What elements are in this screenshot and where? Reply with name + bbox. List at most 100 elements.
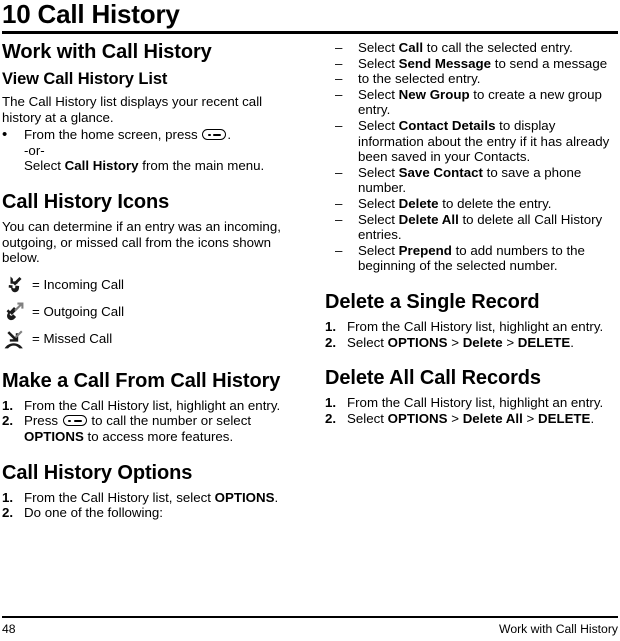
step-bold-options: OPTIONS — [214, 489, 275, 505]
paragraph-view-list-intro: The Call History list displays your rece… — [2, 94, 263, 125]
outgoing-call-icon — [6, 302, 24, 321]
step-bold-delete-confirm: DELETE — [537, 410, 591, 426]
step-text: From the Call History list, highlight an… — [347, 318, 604, 334]
step-text-pre: Press — [24, 413, 58, 429]
step-number: 2. — [2, 413, 14, 429]
option-text-pre: Select — [358, 40, 395, 55]
send-key-icon — [202, 129, 227, 141]
step-number: 1. — [2, 397, 14, 413]
option-bold: Contact Details — [398, 117, 496, 133]
option-text-post: to create a new group entry. — [358, 86, 602, 118]
incoming-call-icon — [8, 276, 22, 293]
option-bold: New Group — [398, 86, 470, 102]
step-bold-options: OPTIONS — [24, 428, 84, 444]
list-item: 2. Press to call the number or select OP… — [2, 413, 295, 444]
call-history-options-steps: 1. From the Call History list, select OP… — [2, 490, 295, 521]
step-bold-options: OPTIONS — [387, 334, 448, 350]
list-item: – Select Contact Details to display info… — [325, 118, 618, 165]
section-heading-delete-a-single-record: Delete a Single Record — [325, 290, 540, 313]
section-heading-call-history-options: Call History Options — [2, 461, 193, 484]
legend-row-missed: = Missed Call — [2, 326, 295, 353]
option-bold: Save Contact — [398, 164, 483, 180]
step-text: From the Call History list, highlight an… — [347, 395, 604, 411]
option-text-post: to send a message — [494, 55, 608, 71]
step-separator: > — [451, 334, 459, 350]
dash-marker: – — [335, 195, 343, 211]
dash-marker: – — [335, 211, 343, 227]
bullet-text-period: . — [227, 127, 232, 143]
option-text-post: to call the selected entry. — [426, 40, 573, 55]
dash-marker: – — [335, 40, 343, 55]
bullet-text-select: Select — [24, 158, 61, 174]
list-item: – Select Save Contact to save a phone nu… — [325, 165, 618, 196]
step-text: Do one of the following: — [24, 505, 163, 521]
missed-call-icon — [4, 330, 23, 349]
list-item: 2. Select OPTIONS > Delete > DELETE. — [325, 335, 618, 351]
dash-marker: – — [335, 164, 343, 180]
list-item: – Select New Group to create a new group… — [325, 87, 618, 118]
step-text-pre: Select — [347, 410, 384, 426]
step-text-post: . — [274, 489, 279, 505]
step-number: 2. — [2, 505, 14, 521]
dash-marker: – — [335, 71, 343, 87]
list-item: 2. Do one of the following: — [2, 505, 295, 521]
right-column: – Select Call to call the selected entry… — [325, 40, 618, 426]
dash-marker: – — [335, 117, 343, 133]
step-text-post: to access more features. — [87, 428, 234, 444]
option-text-pre: Select — [358, 242, 395, 258]
section-heading-work-with-call-history: Work with Call History — [2, 41, 212, 63]
bullet-text-lead: From the home screen, press — [24, 127, 198, 143]
list-item: – Select Prepend to add numbers to the b… — [325, 243, 618, 274]
list-item: 1. From the Call History list, highlight… — [325, 395, 618, 411]
step-number: 2. — [325, 410, 337, 426]
section-heading-call-history-icons: Call History Icons — [2, 190, 170, 213]
option-text-pre: Select — [358, 55, 395, 71]
legend-row-incoming: = Incoming Call — [2, 272, 295, 299]
option-text-post: to the selected entry. — [358, 71, 481, 87]
step-bold-delete: Delete — [462, 334, 503, 350]
legend-label-missed: = Missed Call — [32, 331, 113, 347]
option-text-post: to delete all Call History entries. — [358, 211, 603, 243]
step-text-post: . — [590, 410, 595, 426]
section-heading-make-a-call: Make a Call From Call History — [2, 369, 281, 392]
list-item: – Select Delete to delete the entry. — [325, 196, 618, 212]
or-text: -or- — [24, 142, 45, 158]
delete-all-steps: 1. From the Call History list, highlight… — [325, 395, 618, 426]
view-list-bullets: • From the home screen, press . -or- Sel… — [2, 127, 295, 174]
options-dash-list: – Select Call to call the selected entry… — [325, 40, 618, 274]
bullet-text-tail: from the main menu. — [142, 158, 265, 174]
option-text-pre: Select — [358, 86, 395, 102]
step-text-post: . — [570, 334, 574, 350]
step-text: From the Call History list, highlight an… — [24, 397, 281, 413]
dash-marker: – — [335, 242, 343, 258]
section-heading-delete-all-call-records: Delete All Call Records — [325, 367, 541, 390]
list-item: – to the selected entry. — [325, 71, 618, 87]
footer-running-title: Work with Call History — [499, 622, 618, 636]
call-icon-legend: = Incoming Call = Outgoing Call = Missed… — [2, 272, 295, 353]
list-item: – Select Send Message to send a message — [325, 56, 618, 72]
delete-single-steps: 1. From the Call History list, highlight… — [325, 319, 618, 350]
option-bold: Prepend — [398, 242, 452, 258]
header-divider — [2, 31, 618, 34]
option-text-pre: Select — [358, 195, 395, 211]
step-bold-options: OPTIONS — [387, 410, 448, 426]
legend-label-incoming: = Incoming Call — [32, 277, 125, 293]
list-item: 1. From the Call History list, highlight… — [2, 398, 295, 414]
list-item: 1. From the Call History list, highlight… — [325, 319, 618, 335]
dash-marker: – — [335, 55, 343, 71]
option-bold: Send Message — [398, 55, 492, 71]
bullet-bold-call-history: Call History — [64, 158, 139, 174]
option-bold: Delete All — [398, 211, 459, 227]
list-item: 2. Select OPTIONS > Delete All > DELETE. — [325, 411, 618, 427]
list-item: • From the home screen, press . -or- Sel… — [2, 127, 295, 174]
step-number: 1. — [325, 395, 337, 411]
step-separator: > — [506, 334, 515, 350]
step-separator: > — [526, 410, 535, 426]
subheading-view-call-history-list: View Call History List — [2, 70, 168, 88]
step-bold-delete-all: Delete All — [462, 410, 523, 426]
option-text-post: to delete the entry. — [442, 195, 552, 211]
step-separator: > — [451, 410, 459, 426]
option-text-pre: Select — [358, 164, 395, 180]
step-text-pre: Select — [347, 334, 384, 350]
step-text-pre: From the Call History list, select — [24, 489, 211, 505]
